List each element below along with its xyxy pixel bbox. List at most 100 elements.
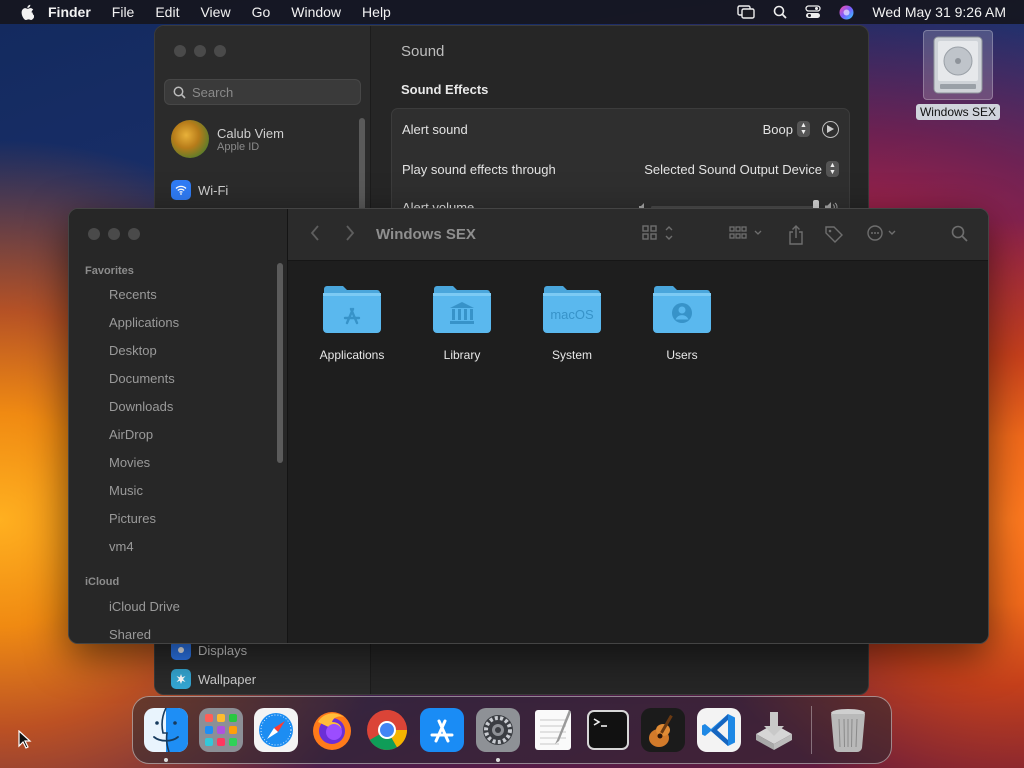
trash-icon xyxy=(831,709,866,753)
dock xyxy=(132,696,892,764)
sidebar-item-applications[interactable]: Applications xyxy=(109,315,179,330)
play-through-popup[interactable]: Selected Sound Output Device ▲ ▼ xyxy=(644,161,839,177)
apple-id-row[interactable]: Calub Viem Apple ID xyxy=(171,120,284,158)
finder-search-button[interactable] xyxy=(951,225,968,242)
sidebar-item-desktop[interactable]: Desktop xyxy=(109,343,157,358)
menu-app-name[interactable]: Finder xyxy=(48,4,91,20)
view-mode-button[interactable] xyxy=(642,225,674,241)
users-folder-icon xyxy=(653,286,711,333)
finder-content: Applications Library macOS System Users xyxy=(288,261,988,643)
sidebar-item-documents[interactable]: Documents xyxy=(109,371,175,386)
sidebar-item-label: Displays xyxy=(198,642,248,658)
safari-icon xyxy=(254,708,299,752)
dock-installer[interactable] xyxy=(751,707,796,753)
account-name: Calub Viem xyxy=(217,125,284,141)
dock-safari[interactable] xyxy=(254,707,299,753)
dock-app-store[interactable] xyxy=(420,707,465,753)
dock-terminal[interactable] xyxy=(586,707,631,753)
desktop-disk[interactable]: Windows SEX xyxy=(914,30,1002,121)
play-icon xyxy=(827,125,834,133)
sidebar-item-wifi[interactable]: Wi-Fi xyxy=(171,180,228,200)
folder-users[interactable]: Users xyxy=(627,281,737,362)
avatar xyxy=(171,120,209,158)
chevron-right-icon xyxy=(346,225,355,241)
folder-applications[interactable]: Applications xyxy=(297,281,407,362)
alert-sound-popup[interactable]: Boop ▲ ▼ xyxy=(763,121,810,137)
dock-firefox[interactable] xyxy=(309,707,354,753)
group-icon xyxy=(729,226,762,239)
section-title: Sound Effects xyxy=(401,82,489,97)
menu-view[interactable]: View xyxy=(200,4,230,20)
running-indicator xyxy=(164,758,168,762)
vscode-icon xyxy=(696,708,741,752)
sidebar-item-label: Wallpaper xyxy=(198,671,257,687)
screen-mirroring-icon[interactable] xyxy=(737,5,756,19)
search-icon xyxy=(951,225,968,242)
dock-textedit[interactable] xyxy=(530,707,575,753)
more-icon xyxy=(867,225,896,241)
wifi-icon xyxy=(171,180,191,200)
sidebar-item-pictures[interactable]: Pictures xyxy=(109,511,156,526)
sidebar-item-wallpaper[interactable]: Wallpaper xyxy=(171,669,256,689)
play-through-value: Selected Sound Output Device xyxy=(644,161,822,177)
play-through-row: Play sound effects through Selected Soun… xyxy=(402,149,839,189)
folder-system[interactable]: macOS System xyxy=(517,281,627,362)
finder-window-title: Windows SEX xyxy=(376,226,476,243)
action-button[interactable] xyxy=(867,225,901,241)
forward-button[interactable] xyxy=(345,225,355,241)
account-subtitle: Apple ID xyxy=(217,140,260,153)
dock-chrome[interactable] xyxy=(364,707,409,753)
dock-trash[interactable] xyxy=(826,707,871,753)
folder-library[interactable]: Library xyxy=(407,281,517,362)
group-button[interactable] xyxy=(729,225,765,241)
siri-icon[interactable] xyxy=(839,5,854,20)
dock-system-settings[interactable] xyxy=(475,707,520,762)
dock-vscode[interactable] xyxy=(696,707,741,753)
sidebar-item-shared[interactable]: Shared xyxy=(109,627,151,642)
sidebar-item-vm4[interactable]: vm4 xyxy=(109,539,134,554)
chevron-updown-icon: ▲ ▼ xyxy=(826,161,839,177)
menu-go[interactable]: Go xyxy=(252,4,271,20)
hard-drive-icon xyxy=(923,30,993,100)
minimize-button[interactable] xyxy=(194,45,206,57)
spotlight-search-icon[interactable] xyxy=(773,5,788,19)
terminal-icon xyxy=(587,710,630,750)
dock-garageband[interactable] xyxy=(641,707,686,753)
close-button[interactable] xyxy=(88,228,100,240)
zoom-button[interactable] xyxy=(128,228,140,240)
sidebar-item-music[interactable]: Music xyxy=(109,483,143,498)
control-center-icon[interactable] xyxy=(805,5,822,19)
share-button[interactable] xyxy=(788,225,804,245)
chevron-left-icon xyxy=(310,225,319,241)
folder-label: Users xyxy=(666,348,698,362)
dock-launchpad[interactable] xyxy=(198,707,243,753)
settings-search-field[interactable]: Search xyxy=(164,79,361,105)
chevron-updown-icon: ▲ ▼ xyxy=(797,121,810,137)
finder-sidebar: Favorites Recents Applications Desktop D… xyxy=(69,209,288,643)
menu-file[interactable]: File xyxy=(112,4,135,20)
sidebar-item-airdrop[interactable]: AirDrop xyxy=(109,427,153,442)
tag-button[interactable] xyxy=(824,225,844,243)
menu-clock[interactable]: Wed May 31 9:26 AM xyxy=(872,4,1006,20)
apple-menu-icon[interactable] xyxy=(20,4,34,20)
menu-edit[interactable]: Edit xyxy=(155,4,179,20)
settings-sidebar-scrollbar[interactable] xyxy=(359,118,365,218)
close-button[interactable] xyxy=(174,45,186,57)
menu-help[interactable]: Help xyxy=(362,4,391,20)
finder-sidebar-scrollbar[interactable] xyxy=(277,263,283,463)
sidebar-item-downloads[interactable]: Downloads xyxy=(109,399,173,414)
dock-finder[interactable] xyxy=(143,707,188,762)
menu-window[interactable]: Window xyxy=(291,4,341,20)
sidebar-item-recents[interactable]: Recents xyxy=(109,287,157,302)
dock-divider xyxy=(810,706,812,754)
sidebar-item-icloud-drive[interactable]: iCloud Drive xyxy=(109,599,180,614)
system-settings-icon xyxy=(475,708,520,752)
zoom-button[interactable] xyxy=(214,45,226,57)
settings-window-controls xyxy=(174,45,226,57)
back-button[interactable] xyxy=(310,225,320,241)
play-alert-button[interactable] xyxy=(822,120,839,138)
finder-toolbar: Windows SEX xyxy=(288,209,988,261)
minimize-button[interactable] xyxy=(108,228,120,240)
sidebar-item-movies[interactable]: Movies xyxy=(109,455,150,470)
applications-folder-icon xyxy=(323,286,381,333)
